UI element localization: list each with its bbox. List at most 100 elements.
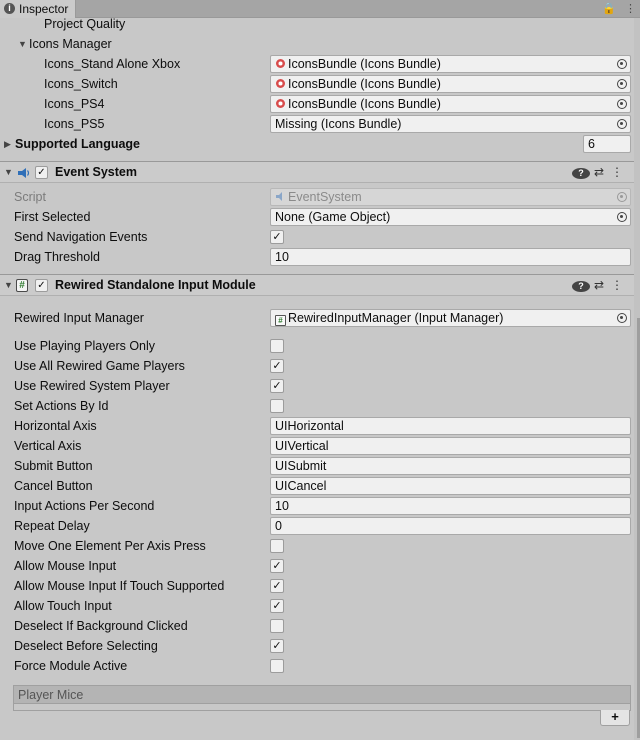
module-setting-checkbox[interactable] bbox=[270, 339, 284, 353]
component-menu-icon[interactable]: ⋮ bbox=[608, 162, 626, 183]
icons-object-field[interactable]: IconsBundle (Icons Bundle) bbox=[270, 95, 631, 113]
module-setting-row: Allow Touch Input ✓ bbox=[0, 596, 634, 616]
icons-value: Missing (Icons Bundle) bbox=[275, 117, 402, 131]
drag-threshold-row: Drag Threshold 10 bbox=[0, 247, 634, 267]
supported-language-row[interactable]: ▶ Supported Language 6 bbox=[0, 134, 634, 154]
module-setting-label: Allow Mouse Input If Touch Supported bbox=[14, 579, 225, 593]
send-navigation-events-label: Send Navigation Events bbox=[14, 230, 148, 244]
icons-row: Icons_PS4 IconsBundle (Icons Bundle) bbox=[0, 94, 634, 114]
module-setting-checkbox[interactable]: ✓ bbox=[270, 579, 284, 593]
module-setting-text-field[interactable]: UIVertical bbox=[270, 437, 631, 455]
rewired-input-module-header[interactable]: ▼ # ✓ Rewired Standalone Input Module ? ⇄… bbox=[0, 274, 634, 296]
first-selected-row: First Selected None (Game Object) bbox=[0, 207, 634, 227]
presets-icon[interactable]: ⇄ bbox=[590, 275, 608, 296]
project-quality-label: Project Quality bbox=[44, 17, 126, 31]
module-setting-value: 0 bbox=[275, 519, 282, 533]
first-selected-value: None (Game Object) bbox=[275, 210, 391, 224]
module-setting-row: Deselect Before Selecting ✓ bbox=[0, 636, 634, 656]
module-setting-row: Vertical Axis UIVertical bbox=[0, 436, 634, 456]
icons-value: IconsBundle (Icons Bundle) bbox=[288, 77, 441, 91]
object-picker-icon[interactable] bbox=[617, 313, 627, 323]
script-row: Script EventSystem bbox=[0, 187, 634, 207]
event-system-title: Event System bbox=[55, 165, 137, 179]
help-icon[interactable]: ? bbox=[572, 275, 590, 296]
module-setting-label: Horizontal Axis bbox=[14, 419, 97, 433]
icons-manager-label: Icons Manager bbox=[29, 37, 112, 51]
icons-object-field[interactable]: IconsBundle (Icons Bundle) bbox=[270, 75, 631, 93]
module-setting-checkbox[interactable]: ✓ bbox=[270, 599, 284, 613]
icons-row: Icons_Switch IconsBundle (Icons Bundle) bbox=[0, 74, 634, 94]
module-setting-checkbox[interactable]: ✓ bbox=[270, 559, 284, 573]
send-navigation-events-checkbox[interactable]: ✓ bbox=[270, 230, 284, 244]
component-enabled-checkbox[interactable]: ✓ bbox=[35, 166, 48, 179]
first-selected-label: First Selected bbox=[14, 210, 91, 224]
presets-icon[interactable]: ⇄ bbox=[590, 162, 608, 183]
object-picker-icon[interactable] bbox=[617, 99, 627, 109]
icons-label: Icons_Stand Alone Xbox bbox=[44, 57, 181, 71]
first-selected-field[interactable]: None (Game Object) bbox=[270, 208, 631, 226]
icons-label: Icons_Switch bbox=[44, 77, 118, 91]
module-setting-label: Vertical Axis bbox=[14, 439, 82, 453]
icons-value: IconsBundle (Icons Bundle) bbox=[288, 57, 441, 71]
icons-label: Icons_PS5 bbox=[44, 117, 105, 131]
module-setting-label: Input Actions Per Second bbox=[14, 499, 155, 513]
header-icons: ? ⇄ ⋮ bbox=[572, 275, 626, 296]
module-setting-checkbox[interactable]: ✓ bbox=[270, 639, 284, 653]
supported-language-size-field[interactable]: 6 bbox=[583, 135, 631, 153]
add-list-item-button[interactable]: + bbox=[600, 710, 630, 726]
module-setting-label: Repeat Delay bbox=[14, 519, 90, 533]
script-field: EventSystem bbox=[270, 188, 631, 206]
info-icon: i bbox=[4, 3, 15, 14]
module-setting-label: Use All Rewired Game Players bbox=[14, 359, 185, 373]
module-setting-label: Use Playing Players Only bbox=[14, 339, 156, 353]
object-picker-icon[interactable] bbox=[617, 119, 627, 129]
module-setting-checkbox[interactable] bbox=[270, 399, 284, 413]
module-setting-row: Use Playing Players Only bbox=[0, 336, 634, 356]
rewired-input-module-title: Rewired Standalone Input Module bbox=[55, 278, 256, 292]
foldout-expanded-icon[interactable]: ▼ bbox=[18, 34, 27, 54]
module-setting-row: Allow Mouse Input If Touch Supported ✓ bbox=[0, 576, 634, 596]
module-setting-value: UICancel bbox=[275, 479, 327, 493]
component-menu-icon[interactable]: ⋮ bbox=[608, 275, 626, 296]
event-system-header[interactable]: ▼ ✓ Event System ? ⇄ ⋮ bbox=[0, 161, 634, 183]
header-icons: ? ⇄ ⋮ bbox=[572, 162, 626, 183]
module-setting-checkbox[interactable] bbox=[270, 539, 284, 553]
module-setting-checkbox[interactable]: ✓ bbox=[270, 379, 284, 393]
object-picker-icon[interactable] bbox=[617, 59, 627, 69]
foldout-expanded-icon[interactable]: ▼ bbox=[4, 162, 13, 183]
drag-threshold-field[interactable]: 10 bbox=[270, 248, 631, 266]
component-enabled-checkbox[interactable]: ✓ bbox=[35, 279, 48, 292]
supported-language-size-value: 6 bbox=[588, 137, 595, 151]
icons-object-field[interactable]: IconsBundle (Icons Bundle) bbox=[270, 55, 631, 73]
script-hash-icon: # bbox=[275, 315, 286, 326]
module-setting-value: UISubmit bbox=[275, 459, 327, 473]
player-mice-list-header[interactable]: Player Mice bbox=[14, 686, 630, 704]
object-picker-icon[interactable] bbox=[617, 212, 627, 222]
module-setting-checkbox[interactable]: ✓ bbox=[270, 359, 284, 373]
script-value: EventSystem bbox=[288, 190, 362, 204]
project-quality-row[interactable]: Project Quality bbox=[0, 14, 634, 34]
icons-value: IconsBundle (Icons Bundle) bbox=[288, 97, 441, 111]
rewired-input-manager-row: Rewired Input Manager # RewiredInputManag… bbox=[0, 308, 634, 328]
module-setting-checkbox[interactable] bbox=[270, 619, 284, 633]
module-setting-text-field[interactable]: 10 bbox=[270, 497, 631, 515]
foldout-expanded-icon[interactable]: ▼ bbox=[4, 275, 13, 296]
vertical-scrollbar[interactable] bbox=[634, 18, 640, 740]
help-icon[interactable]: ? bbox=[572, 162, 590, 183]
object-picker-icon[interactable] bbox=[617, 79, 627, 89]
foldout-collapsed-icon[interactable]: ▶ bbox=[4, 134, 11, 154]
module-setting-checkbox[interactable] bbox=[270, 659, 284, 673]
icons-row: Icons_PS5 Missing (Icons Bundle) bbox=[0, 114, 634, 134]
rewired-input-manager-field[interactable]: # RewiredInputManager (Input Manager) bbox=[270, 309, 631, 327]
module-setting-text-field[interactable]: 0 bbox=[270, 517, 631, 535]
script-label: Script bbox=[14, 190, 46, 204]
module-setting-text-field[interactable]: UISubmit bbox=[270, 457, 631, 475]
drag-threshold-label: Drag Threshold bbox=[14, 250, 100, 264]
icons-manager-foldout[interactable]: ▼ Icons Manager bbox=[0, 34, 634, 54]
player-mice-list[interactable]: Player Mice bbox=[13, 685, 631, 711]
module-setting-row: Force Module Active bbox=[0, 656, 634, 676]
icons-object-field[interactable]: Missing (Icons Bundle) bbox=[270, 115, 631, 133]
module-setting-text-field[interactable]: UIHorizontal bbox=[270, 417, 631, 435]
module-setting-text-field[interactable]: UICancel bbox=[270, 477, 631, 495]
module-setting-value: UIHorizontal bbox=[275, 419, 344, 433]
